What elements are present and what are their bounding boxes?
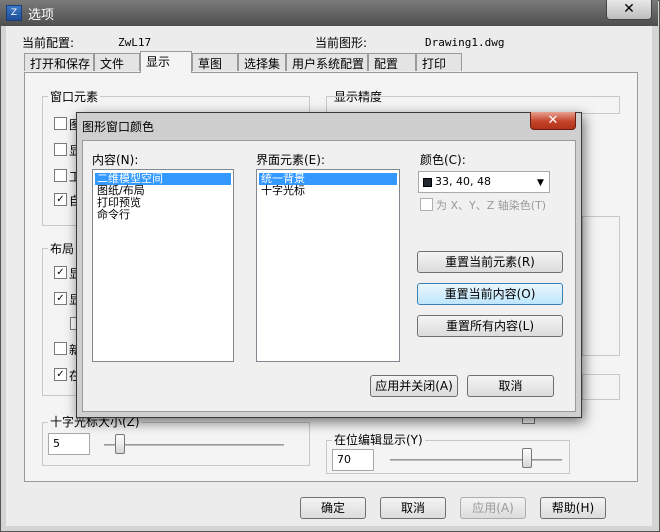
crosshair-size-slider-track[interactable] xyxy=(104,444,284,446)
context-label: 内容(N): xyxy=(92,153,139,167)
elements-label: 界面元素(E): xyxy=(256,153,325,167)
element-item-crosshair[interactable]: 十字光标 xyxy=(259,185,307,197)
layout-elements-title: 布局 xyxy=(48,240,77,257)
reset-all-contexts-button[interactable]: 重置所有内容(L) xyxy=(417,315,563,337)
tab-selection[interactable]: 选择集 xyxy=(238,53,286,71)
crosshair-size-input[interactable]: 5 xyxy=(48,433,90,455)
tab-display[interactable]: 显示 xyxy=(140,51,192,73)
ok-button[interactable]: 确定 xyxy=(300,497,366,519)
window-title-bar[interactable] xyxy=(0,0,658,26)
tab-plot[interactable]: 打印 xyxy=(416,53,462,71)
tint-xyz-checkbox[interactable] xyxy=(420,198,433,211)
cancel-button[interactable]: 取消 xyxy=(380,497,446,519)
color-swatch xyxy=(423,178,432,187)
tab-open-save[interactable]: 打开和保存 xyxy=(24,53,94,71)
color-value: 33, 40, 48 xyxy=(435,175,491,188)
color-label: 颜色(C): xyxy=(420,153,466,167)
help-button[interactable]: 帮助(H) xyxy=(540,497,606,519)
current-drawing-label: 当前图形: xyxy=(315,36,368,50)
color-dropdown[interactable]: 33, 40, 48 ▼ xyxy=(418,171,550,193)
layout-checkbox-4[interactable] xyxy=(54,342,67,355)
current-drawing-value: Drawing1.dwg xyxy=(425,36,505,49)
checkbox-3[interactable] xyxy=(54,169,67,182)
layout-checkbox-5[interactable]: ✓ xyxy=(54,368,67,381)
display-performance-group xyxy=(582,216,620,356)
context-listbox[interactable]: 二维模型空间 图纸/布局 打印预览 命令行 xyxy=(92,169,234,362)
inplace-edit-label: 在位编辑显示(Y) xyxy=(332,431,425,448)
current-config-value: ZwL17 xyxy=(118,36,152,49)
tint-xyz-label: 为 X、Y、Z 轴染色(T) xyxy=(436,199,547,212)
inplace-edit-slider-thumb[interactable] xyxy=(522,448,532,468)
layout-checkbox-2[interactable]: ✓ xyxy=(54,292,67,305)
tab-files[interactable]: 文件 xyxy=(94,53,140,71)
window-close-button[interactable]: ✕ xyxy=(606,0,652,20)
current-config-label: 当前配置: xyxy=(22,36,75,50)
apply-button[interactable]: 应用(A) xyxy=(460,497,526,519)
tab-user-preferences[interactable]: 用户系统配置 xyxy=(286,53,368,71)
inplace-edit-input[interactable]: 70 xyxy=(332,449,374,471)
dialog-title: 图形窗口颜色 xyxy=(82,120,155,134)
checkbox-2[interactable] xyxy=(54,143,67,156)
context-item-command-line[interactable]: 命令行 xyxy=(95,209,132,221)
reset-current-element-button[interactable]: 重置当前元素(R) xyxy=(417,251,563,273)
checkbox-4[interactable]: ✓ xyxy=(54,193,67,206)
layout-checkbox-1[interactable]: ✓ xyxy=(54,266,67,279)
tab-drafting[interactable]: 草图 xyxy=(192,53,238,71)
dialog-close-button[interactable]: ✕ xyxy=(530,112,576,130)
reset-current-context-button[interactable]: 重置当前内容(O) xyxy=(417,283,563,305)
window-elements-title: 窗口元素 xyxy=(48,88,101,105)
fade-control-group xyxy=(582,374,620,400)
inplace-edit-slider-track[interactable] xyxy=(390,459,562,461)
crosshair-size-slider-thumb[interactable] xyxy=(115,434,125,454)
elements-listbox[interactable]: 统一背景 十字光标 xyxy=(256,169,400,362)
checkbox-1[interactable] xyxy=(54,117,67,130)
chevron-down-icon[interactable]: ▼ xyxy=(537,178,544,188)
apply-and-close-button[interactable]: 应用并关闭(A) xyxy=(370,375,458,397)
app-icon: Z xyxy=(6,5,22,21)
window-title: 选项 xyxy=(28,8,55,23)
dialog-cancel-button[interactable]: 取消 xyxy=(467,375,554,397)
tab-profiles[interactable]: 配置 xyxy=(368,53,416,71)
